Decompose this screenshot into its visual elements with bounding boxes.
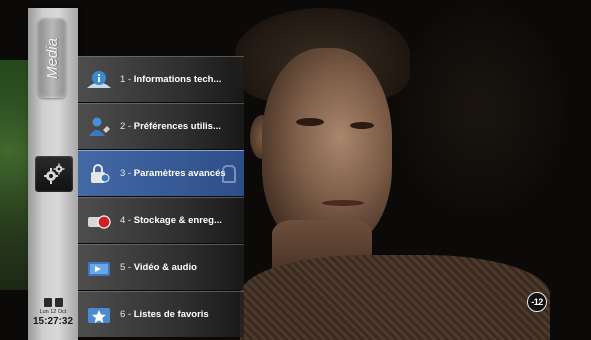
tv-screen: -12 Media Lun 12 Oct 15:27:32 1 - Inform… — [0, 0, 591, 340]
status-icons — [28, 298, 78, 307]
current-time: 15:27:32 — [32, 316, 74, 327]
network-status-icon — [54, 298, 63, 307]
menu-item-video-audio[interactable]: 5 - Vidéo & audio — [78, 244, 244, 290]
status-clock: Lun 12 Oct 15:27:32 — [28, 296, 78, 340]
menu-item-label: 1 - Informations tech... — [120, 74, 222, 85]
menu-item-label: 6 - Listes de favoris — [120, 309, 209, 320]
media-tab-label: Media — [43, 37, 61, 79]
menu-item-favorites[interactable]: 6 - Listes de favoris — [78, 291, 244, 337]
video-audio-icon — [84, 255, 114, 281]
favorites-icon — [84, 302, 114, 328]
video-person-eye — [350, 122, 374, 129]
recording-status-icon — [43, 298, 52, 307]
settings-category-tile[interactable] — [35, 156, 73, 192]
age-rating-badge: -12 — [527, 292, 547, 312]
video-person-face — [262, 48, 392, 248]
menu-item-advanced-settings[interactable]: 3 - Paramètres avancés — [78, 150, 244, 196]
advanced-settings-icon — [84, 161, 114, 187]
video-person-eye — [296, 118, 324, 126]
menu-item-label: 3 - Paramètres avancés — [120, 168, 226, 179]
menu-item-label: 5 - Vidéo & audio — [120, 262, 197, 273]
menu-item-preferences[interactable]: 2 - Préférences utilis... — [78, 103, 244, 149]
gear-icon — [44, 163, 65, 184]
current-date: Lun 12 Oct — [39, 309, 67, 315]
video-person-mouth — [322, 200, 364, 206]
settings-menu: 1 - Informations tech... 2 - Préférences… — [78, 56, 244, 340]
menu-item-label: 4 - Stockage & enreg... — [120, 215, 222, 226]
lock-hint-icon — [222, 165, 236, 183]
video-person-sweater — [240, 255, 550, 340]
media-tab[interactable]: Media — [38, 18, 66, 98]
menu-item-storage[interactable]: 4 - Stockage & enreg... — [78, 197, 244, 243]
storage-record-icon — [84, 208, 114, 234]
menu-item-informations[interactable]: 1 - Informations tech... — [78, 56, 244, 102]
info-icon — [84, 67, 114, 93]
user-icon — [84, 114, 114, 140]
menu-item-label: 2 - Préférences utilis... — [120, 121, 221, 132]
